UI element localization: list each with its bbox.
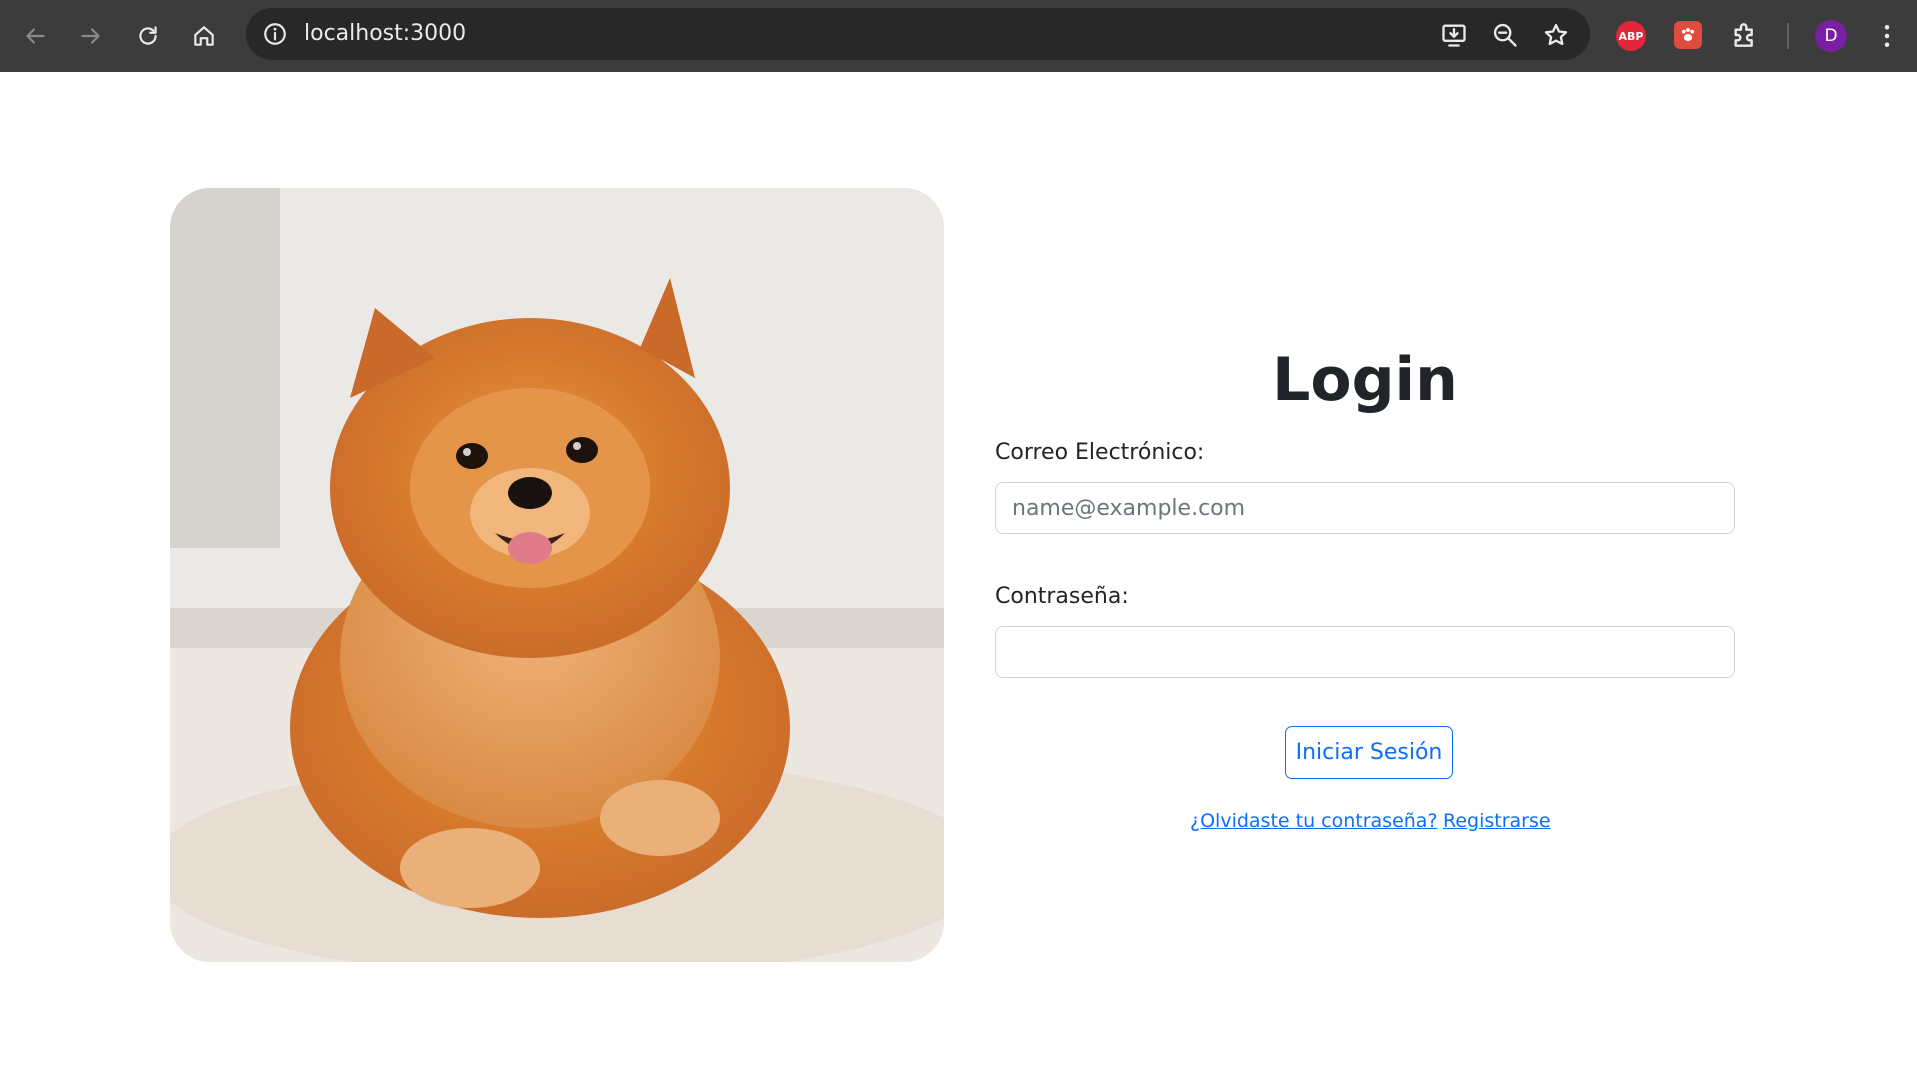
- home-icon: [194, 26, 214, 46]
- reload-button[interactable]: [126, 14, 170, 58]
- site-info-icon[interactable]: [262, 21, 288, 47]
- arrow-right-icon: [81, 28, 100, 44]
- browser-menu-icon[interactable]: [1872, 20, 1902, 52]
- profile-initial: D: [1824, 26, 1838, 46]
- forgot-password-link[interactable]: ¿Olvidaste tu contraseña?: [1190, 810, 1438, 832]
- bookmark-star-icon[interactable]: [1542, 21, 1570, 49]
- login-submit-button[interactable]: Iniciar Sesión: [1285, 726, 1453, 779]
- zoom-out-icon[interactable]: [1491, 21, 1519, 49]
- password-field[interactable]: [995, 626, 1735, 678]
- paw-extension-icon[interactable]: [1674, 21, 1702, 49]
- install-app-icon[interactable]: [1440, 21, 1468, 49]
- adblock-extension-icon[interactable]: ABP: [1616, 21, 1646, 51]
- address-bar[interactable]: localhost:3000: [246, 8, 1590, 60]
- adblock-label: ABP: [1618, 29, 1644, 43]
- register-link[interactable]: Registrarse: [1443, 810, 1551, 832]
- email-field[interactable]: [995, 482, 1735, 534]
- extensions-puzzle-icon[interactable]: [1729, 19, 1761, 51]
- url-text[interactable]: localhost:3000: [304, 21, 466, 47]
- home-button[interactable]: [182, 14, 226, 58]
- page-title: Login: [1272, 345, 1458, 415]
- toolbar-divider: [1787, 23, 1789, 49]
- forward-button[interactable]: [69, 14, 113, 58]
- paw-icon: [1681, 28, 1695, 41]
- reload-icon: [139, 26, 157, 45]
- browser-toolbar: localhost:3000 ABP D: [0, 0, 1917, 72]
- arrow-left-icon: [26, 28, 45, 44]
- password-label: Contraseña:: [995, 584, 1129, 609]
- profile-avatar[interactable]: D: [1815, 20, 1847, 52]
- back-button[interactable]: [13, 14, 57, 58]
- dog-illustration: [170, 188, 944, 962]
- email-label: Correo Electrónico:: [995, 440, 1205, 465]
- pomeranian-dog-photo: [170, 188, 944, 962]
